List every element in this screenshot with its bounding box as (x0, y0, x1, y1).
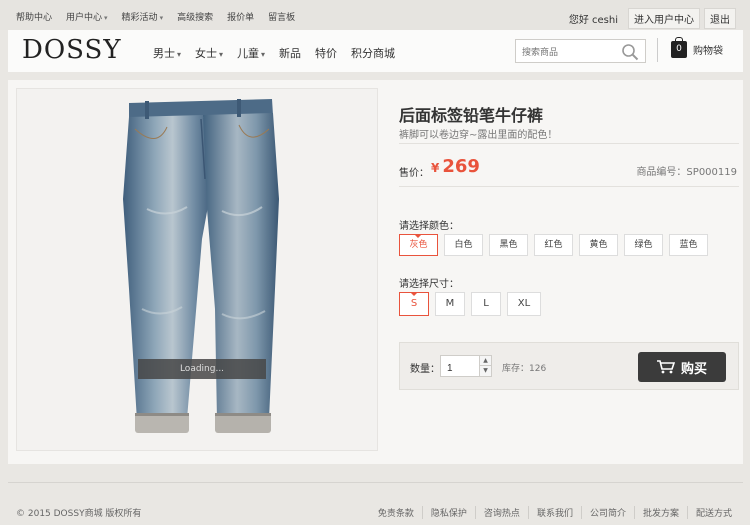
jeans-image (123, 99, 279, 433)
topnav-activities[interactable]: 精彩活动 ▾ (122, 10, 164, 23)
topnav-message-board[interactable]: 留言板 (268, 10, 295, 23)
currency-symbol: ¥ (431, 161, 440, 175)
footer-link-hotline[interactable]: 咨询热点 (474, 506, 528, 519)
product-panel: Loading... 后面标签铅笔牛仔裤 裤脚可以卷边穿~露出里面的配色！ 售价… (8, 80, 743, 464)
size-options: S M L XL (399, 292, 547, 316)
color-options: 灰色 白色 黑色 红色 黄色 绿色 蓝色 (399, 234, 714, 256)
topnav-user-center[interactable]: 用户中心 ▾ (66, 10, 108, 23)
site-header: DOSSY 男士▾ 女士▾ 儿童▾ 新品 特价 积分商城 0 购物袋 (8, 30, 743, 72)
color-option-green[interactable]: 绿色 (624, 234, 663, 256)
size-label: 请选择尺寸： (399, 279, 459, 290)
divider (399, 186, 739, 187)
main-nav: 男士 ▾ 女士 ▾ 儿童 ▾ 新品 特价 积分商城 (153, 45, 409, 61)
footer-link-privacy[interactable]: 隐私保护 (421, 506, 475, 519)
shopping-bag-icon: 0 (671, 37, 687, 58)
top-nav: 帮助中心 用户中心 ▾ 精彩活动 ▾ 高级搜索 报价单 留言板 (16, 10, 309, 23)
site-logo[interactable]: DOSSY (22, 35, 122, 65)
cart-label: 购物袋 (693, 46, 723, 57)
color-option-black[interactable]: 黑色 (489, 234, 528, 256)
price-value: 269 (442, 156, 480, 177)
nav-men[interactable]: 男士 ▾ (153, 45, 181, 61)
footer-link-wholesale[interactable]: 批发方案 (633, 506, 687, 519)
quantity-input[interactable] (441, 358, 477, 379)
cart-count: 0 (676, 44, 682, 54)
color-option-blue[interactable]: 蓝色 (669, 234, 708, 256)
topnav-help[interactable]: 帮助中心 (16, 10, 52, 23)
increment-icon[interactable]: ▲ (479, 356, 491, 366)
quantity-label: 数量： (410, 364, 440, 375)
footer-divider (8, 482, 743, 483)
top-bar: 帮助中心 用户中心 ▾ 精彩活动 ▾ 高级搜索 报价单 留言板 您好 ceshi 进… (0, 0, 750, 30)
user-greeting: 您好 ceshi (568, 15, 618, 26)
footer-link-about[interactable]: 公司简介 (580, 506, 634, 519)
header-divider (657, 38, 658, 62)
stock-count: 库存：126 (502, 364, 547, 374)
color-option-yellow[interactable]: 黄色 (579, 234, 618, 256)
topnav-advanced-search[interactable]: 高级搜索 (177, 10, 213, 23)
nav-sale[interactable]: 特价 (315, 45, 337, 61)
loading-overlay: Loading... (138, 359, 266, 379)
nav-points-mall[interactable]: 积分商城 (351, 45, 395, 61)
user-area: 您好 ceshi 进入用户中心 退出 (569, 8, 736, 29)
nav-women[interactable]: 女士 ▾ (195, 45, 223, 61)
chevron-down-icon: ▾ (159, 14, 164, 22)
product-subtitle: 裤脚可以卷边穿~露出里面的配色！ (399, 130, 558, 141)
buy-label: 购买 (680, 361, 707, 377)
cart-button[interactable]: 0 购物袋 (671, 37, 723, 58)
nav-new[interactable]: 新品 (279, 45, 301, 61)
size-option-xl[interactable]: XL (507, 292, 541, 316)
decrement-icon[interactable]: ▼ (479, 366, 491, 376)
shopping-cart-icon (656, 360, 675, 374)
search-icon[interactable] (621, 43, 639, 61)
copyright: © 2015 DOSSY商城 版权所有 (16, 509, 142, 519)
footer-link-contact[interactable]: 联系我们 (527, 506, 581, 519)
nav-kids[interactable]: 儿童 ▾ (237, 45, 265, 61)
chevron-down-icon: ▾ (219, 50, 224, 59)
color-label: 请选择颜色： (399, 221, 459, 232)
footer-link-disclaimer[interactable]: 免责条款 (370, 506, 422, 519)
chevron-down-icon: ▾ (104, 14, 108, 22)
footer-links: 免责条款 隐私保护 咨询热点 联系我们 公司简介 批发方案 配送方式 (370, 506, 740, 519)
color-option-gray[interactable]: 灰色 (399, 234, 438, 256)
product-price: ¥269 (431, 156, 480, 177)
product-info: 后面标签铅笔牛仔裤 裤脚可以卷边穿~露出里面的配色！ 售价： ¥269 商品编号… (399, 80, 739, 460)
search-input[interactable] (516, 41, 616, 63)
color-option-red[interactable]: 红色 (534, 234, 573, 256)
product-sku: 商品编号：SP000119 (636, 167, 737, 178)
product-title: 后面标签铅笔牛仔裤 (399, 106, 544, 125)
user-center-button[interactable]: 进入用户中心 (628, 8, 700, 29)
color-option-white[interactable]: 白色 (444, 234, 483, 256)
product-image[interactable]: Loading... (16, 88, 378, 451)
divider (399, 143, 739, 144)
chevron-down-icon: ▾ (177, 50, 182, 59)
price-label: 售价： (399, 168, 429, 179)
quantity-stepper: ▲ ▼ (440, 355, 492, 379)
size-option-l[interactable]: L (471, 292, 501, 316)
size-option-m[interactable]: M (435, 292, 465, 316)
footer-link-delivery[interactable]: 配送方式 (686, 506, 740, 519)
size-option-s[interactable]: S (399, 292, 429, 316)
chevron-down-icon: ▾ (261, 50, 266, 59)
logout-button[interactable]: 退出 (704, 8, 736, 29)
search-box (515, 39, 646, 63)
purchase-box: 数量： ▲ ▼ 库存：126 购买 (399, 342, 739, 390)
topnav-quotation[interactable]: 报价单 (227, 10, 254, 23)
buy-button[interactable]: 购买 (638, 352, 726, 382)
